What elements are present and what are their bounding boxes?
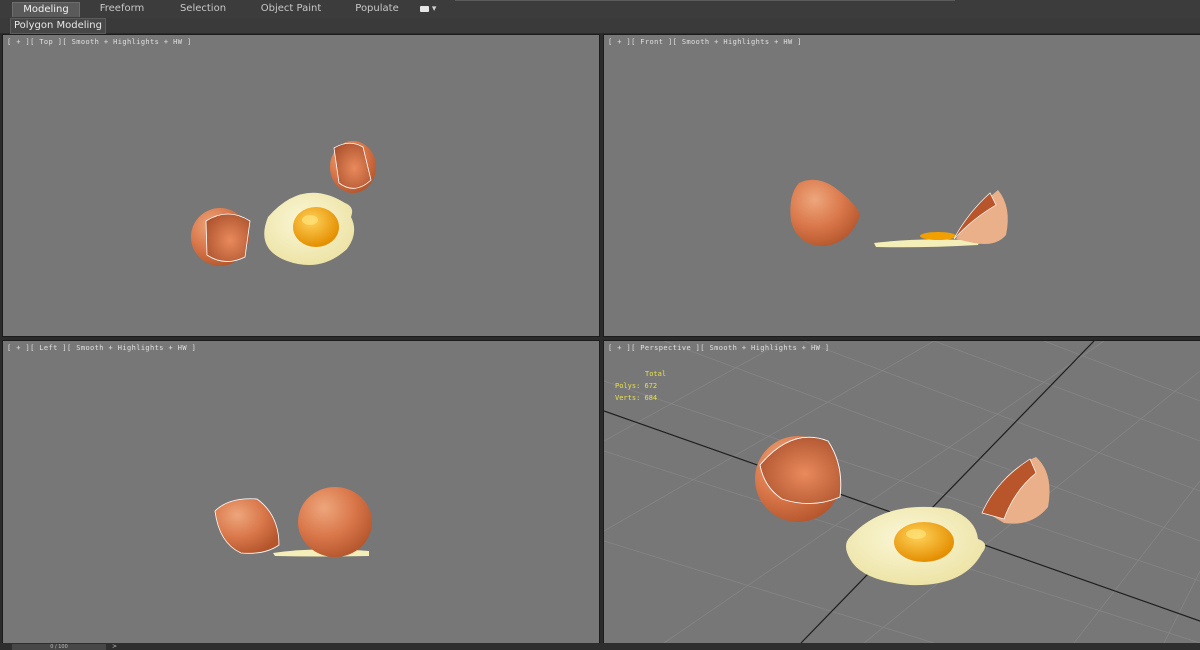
- egg-whole: [298, 487, 372, 557]
- viewport-top[interactable]: [ + ][ Top ][ Smooth + Highlights + HW ]: [2, 34, 600, 337]
- egg-shell-half: [191, 208, 251, 266]
- fried-egg: [846, 506, 986, 586]
- left-view-scene: [214, 487, 372, 557]
- time-slider-bar: 0 / 100 >: [0, 643, 1200, 650]
- perspective-axes: [604, 341, 1200, 643]
- egg-shell-half: [953, 190, 1008, 244]
- tab-object-paint[interactable]: Object Paint: [254, 2, 328, 16]
- front-view-scene: [790, 179, 1008, 248]
- top-view-scene: [191, 141, 376, 266]
- stats-verts: Verts: 684: [615, 394, 658, 402]
- tab-populate[interactable]: Populate: [348, 2, 406, 16]
- viewport-label-top[interactable]: [ + ][ Top ][ Smooth + Highlights + HW ]: [7, 38, 192, 46]
- tab-modeling[interactable]: Modeling: [12, 2, 80, 17]
- ribbon-tab-bar: Modeling Freeform Selection Object Paint…: [0, 0, 1200, 19]
- egg-shell-half: [755, 436, 842, 522]
- ribbon-divider: [455, 0, 955, 1]
- camera-icon[interactable]: ▾: [420, 3, 440, 15]
- viewport-left[interactable]: [ + ][ Left ][ Smooth + Highlights + HW …: [2, 340, 600, 644]
- fried-egg: [264, 192, 355, 265]
- egg-shell-half: [214, 498, 280, 554]
- egg-shell-half: [330, 141, 376, 193]
- stats-polys: Polys: 672: [615, 382, 658, 390]
- statistics-overlay: Total Polys: 672 Verts: 684: [615, 368, 666, 404]
- perspective-grid: [604, 341, 1200, 643]
- perspective-view-scene: [604, 341, 1200, 643]
- tab-selection[interactable]: Selection: [172, 2, 234, 16]
- egg-shell-half: [981, 457, 1050, 524]
- stats-total-header: Total: [645, 370, 667, 378]
- viewport-label-perspective[interactable]: [ + ][ Perspective ][ Smooth + Highlight…: [608, 344, 830, 352]
- viewport-label-front[interactable]: [ + ][ Front ][ Smooth + Highlights + HW…: [608, 38, 802, 46]
- subtab-polygon-modeling[interactable]: Polygon Modeling: [10, 18, 106, 34]
- chevron-right-icon[interactable]: >: [112, 643, 117, 650]
- egg-shell-half: [790, 179, 860, 247]
- viewport-front[interactable]: [ + ][ Front ][ Smooth + Highlights + HW…: [603, 34, 1200, 337]
- ribbon-subbar: Polygon Modeling: [0, 18, 1200, 34]
- viewport-perspective[interactable]: [ + ][ Perspective ][ Smooth + Highlight…: [603, 340, 1200, 644]
- tab-freeform[interactable]: Freeform: [90, 2, 154, 16]
- viewport-label-left[interactable]: [ + ][ Left ][ Smooth + Highlights + HW …: [7, 344, 196, 352]
- time-slider[interactable]: 0 / 100: [12, 644, 106, 650]
